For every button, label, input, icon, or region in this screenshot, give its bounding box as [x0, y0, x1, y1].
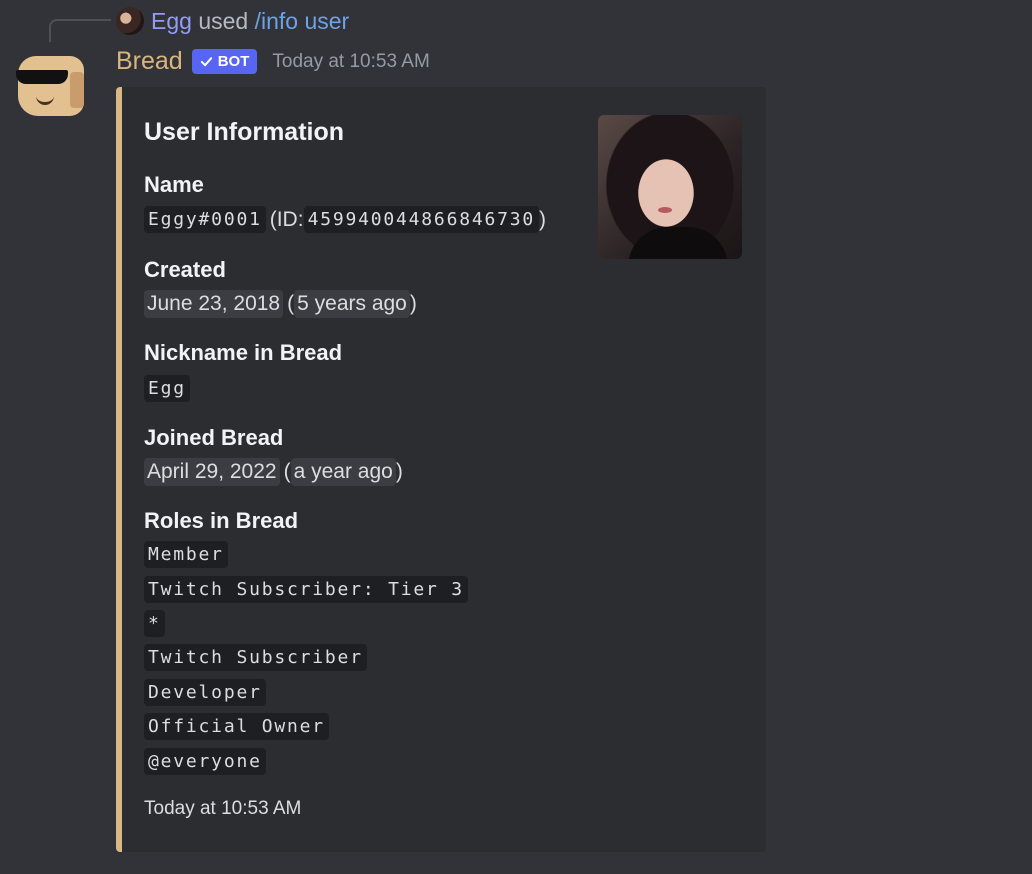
- message-timestamp[interactable]: Today at 10:53 AM: [272, 51, 429, 73]
- reply-command-link[interactable]: /info user: [255, 8, 350, 34]
- reply-user-avatar[interactable]: [116, 7, 144, 35]
- reply-username[interactable]: Egg: [151, 8, 192, 34]
- reply-connector-line: [49, 19, 111, 42]
- joined-relative[interactable]: a year ago: [290, 458, 396, 486]
- roles-list: Member Twitch Subscriber: Tier 3 * Twitc…: [144, 541, 584, 782]
- bot-avatar[interactable]: [14, 56, 84, 118]
- user-tag: Eggy#0001: [144, 206, 266, 233]
- joined-open-paren: (: [283, 460, 291, 483]
- field-roles-label: Roles in Bread: [144, 508, 299, 533]
- reply-context: Egg used /info user: [151, 7, 349, 35]
- created-open-paren: (: [287, 292, 295, 315]
- id-prefix: (ID:: [269, 207, 304, 231]
- role-twitch-tier3: Twitch Subscriber: Tier 3: [144, 576, 468, 603]
- field-nickname-label: Nickname in Bread: [144, 340, 343, 365]
- bot-tag: BOT: [191, 49, 258, 74]
- reply-verb: used: [198, 8, 249, 34]
- role-official-owner: Official Owner: [144, 713, 329, 740]
- nickname-value: Egg: [144, 375, 190, 402]
- role-asterisk: *: [144, 610, 165, 637]
- bot-tag-label: BOT: [217, 53, 250, 70]
- role-member: Member: [144, 541, 228, 568]
- embed-footer-timestamp: Today at 10:53 AM: [144, 798, 302, 819]
- id-suffix: ): [539, 207, 547, 231]
- field-name-label: Name: [144, 172, 204, 197]
- author-name[interactable]: Bread: [116, 47, 183, 76]
- created-close-paren: ): [409, 292, 417, 315]
- created-date[interactable]: June 23, 2018: [144, 290, 284, 318]
- embed-thumbnail[interactable]: [598, 115, 742, 259]
- avatar-side: [70, 72, 84, 108]
- user-info-embed: User Information Name Eggy#0001 (ID: 459…: [116, 87, 766, 852]
- joined-date[interactable]: April 29, 2022: [144, 458, 280, 486]
- created-relative[interactable]: 5 years ago: [294, 290, 410, 318]
- field-joined-label: Joined Bread: [144, 425, 284, 450]
- thumbnail-detail: [658, 207, 672, 213]
- field-created-value: June 23, 2018 ( 5 years ago ): [144, 290, 417, 318]
- thumbnail-figure: [628, 227, 728, 259]
- field-name-value: Eggy#0001 (ID: 459940044866846730 ): [144, 206, 546, 233]
- check-icon: [200, 57, 212, 67]
- joined-close-paren: ): [395, 460, 403, 483]
- field-created-label: Created: [144, 257, 226, 282]
- user-id: 459940044866846730: [303, 206, 540, 233]
- embed-title: User Information: [144, 118, 345, 146]
- field-nickname-value: Egg: [144, 375, 190, 402]
- role-twitch-subscriber: Twitch Subscriber: [144, 644, 367, 671]
- role-developer: Developer: [144, 679, 266, 706]
- sunglasses-icon: [16, 70, 68, 84]
- message-header: Bread BOT Today at 10:53 AM: [116, 47, 430, 76]
- field-joined-value: April 29, 2022 ( a year ago ): [144, 458, 403, 486]
- role-everyone: @everyone: [144, 748, 266, 775]
